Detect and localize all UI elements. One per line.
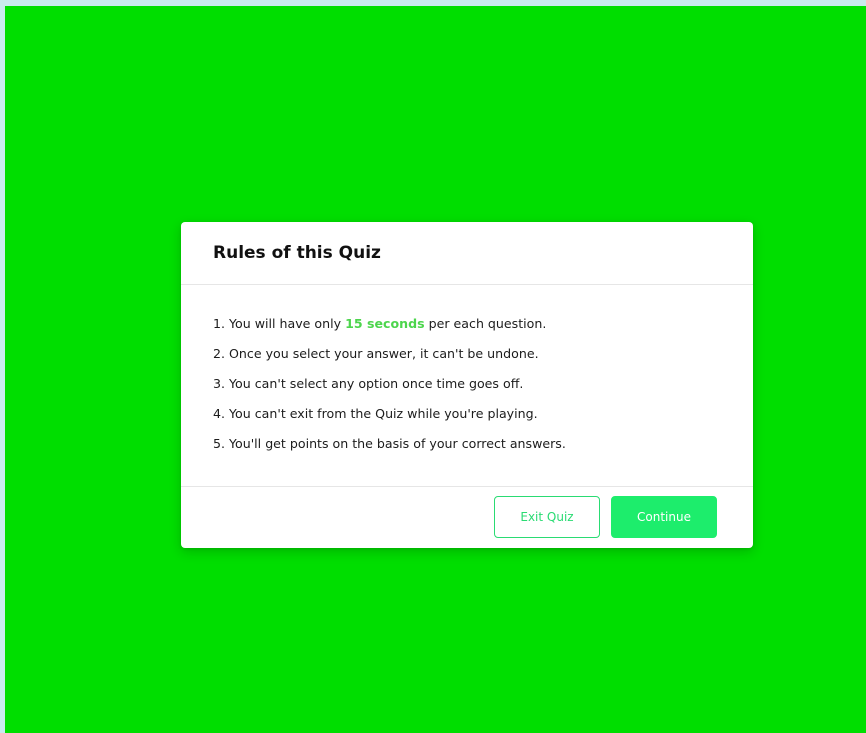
rule-item-1: 1. You will have only 15 seconds per eac… xyxy=(213,309,753,339)
rule-item-5: 5. You'll get points on the basis of you… xyxy=(213,436,566,451)
dialog-footer: Exit Quiz Continue xyxy=(181,487,753,547)
continue-button[interactable]: Continue xyxy=(611,496,717,538)
exit-quiz-button[interactable]: Exit Quiz xyxy=(494,496,600,538)
rule-item-3: 3. You can't select any option once time… xyxy=(213,376,524,391)
dialog-title: Rules of this Quiz xyxy=(213,243,381,263)
rule-text: 1. You will have only xyxy=(213,316,346,331)
rules-list: 1. You will have only 15 seconds per eac… xyxy=(181,285,753,487)
rule-item-2: 2. Once you select your answer, it can't… xyxy=(213,346,539,361)
dialog-header: Rules of this Quiz xyxy=(181,222,753,285)
time-limit-highlight: 15 seconds xyxy=(345,316,425,331)
quiz-rules-dialog: Rules of this Quiz 1. You will have only… xyxy=(181,222,753,548)
rule-text: per each question. xyxy=(424,316,547,331)
rule-item-4: 4. You can't exit from the Quiz while yo… xyxy=(213,406,538,421)
